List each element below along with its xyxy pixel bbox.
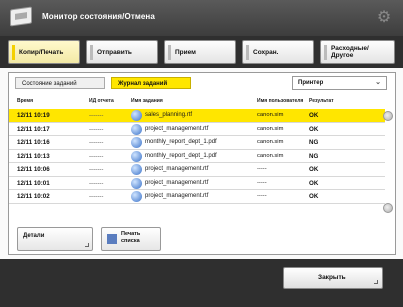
col-user: Имя пользователя	[257, 98, 304, 104]
row-name: project_management.rtf	[145, 125, 209, 132]
row-id: -------	[89, 139, 104, 146]
row-result: OK	[309, 166, 319, 173]
table-row[interactable]: 12/11 10:01 ------- project_management.r…	[9, 177, 385, 190]
document-icon	[131, 123, 142, 135]
table-row[interactable]: 12/11 10:13 ------- monthly_report_dept_…	[9, 150, 385, 163]
row-name: project_management.rtf	[145, 166, 209, 172]
row-id: -------	[89, 125, 104, 133]
row-result: OK	[309, 112, 319, 119]
document-icon	[131, 191, 142, 202]
table-row[interactable]: 12/11 10:02 ------- project_management.r…	[9, 190, 385, 204]
job-log-table: 12/11 10:19 ------- sales_planning.rtf c…	[9, 109, 385, 204]
print-list-label: Печать списка	[121, 231, 141, 244]
tab-copy-print[interactable]: Копир/Печать	[8, 40, 80, 64]
tab-store[interactable]: Сохран.	[242, 40, 314, 64]
document-icon	[131, 177, 142, 189]
tab-receive[interactable]: Прием	[164, 40, 236, 64]
row-result: OK	[309, 193, 319, 200]
title-bar: Монитор состояния/Отмена ⚙	[0, 0, 403, 36]
row-name: sales_planning.rtf	[145, 112, 193, 118]
table-header: Время ИД отчета Имя задания Имя пользова…	[9, 95, 395, 107]
row-time: 12/11 10:01	[17, 179, 50, 187]
row-id: -------	[89, 179, 104, 187]
row-time: 12/11 10:17	[17, 125, 50, 133]
details-button[interactable]: Детали	[17, 227, 93, 251]
tab-consumables-other[interactable]: Расходные/ Другое	[320, 40, 395, 64]
row-user: canon.sim	[257, 112, 284, 118]
row-result: NG	[309, 152, 319, 160]
row-user: canon.sim	[257, 125, 284, 132]
row-user: -----	[257, 166, 267, 172]
document-icon	[131, 164, 142, 175]
print-list-icon	[107, 234, 117, 244]
job-log-panel: Состояние заданий Журнал заданий Принтер…	[8, 72, 396, 255]
row-name: monthly_report_dept_1.pdf	[145, 139, 217, 145]
document-icon	[131, 150, 142, 162]
status-monitor-icon	[10, 6, 32, 27]
bottom-bar: Закрыть	[0, 259, 403, 307]
table-row[interactable]: 12/11 10:06 ------- project_management.r…	[9, 163, 385, 177]
table-row[interactable]: 12/11 10:17 ------- project_management.r…	[9, 123, 385, 136]
gear-icon[interactable]: ⚙	[375, 9, 393, 27]
document-icon	[131, 137, 142, 148]
row-time: 12/11 10:19	[17, 112, 50, 119]
table-row[interactable]: 12/11 10:16 ------- monthly_report_dept_…	[9, 136, 385, 150]
row-user: canon.sim	[257, 139, 284, 145]
row-id: -------	[89, 152, 104, 160]
col-result: Результат	[309, 98, 334, 104]
row-user: canon.sim	[257, 152, 284, 159]
scroll-down-button[interactable]	[383, 203, 393, 213]
row-time: 12/11 10:02	[17, 193, 50, 200]
tab-label: Отправить	[97, 49, 132, 56]
window-title: Монитор состояния/Отмена	[42, 12, 155, 21]
row-id: -------	[89, 166, 104, 173]
tab-label: Расходные/ Другое	[331, 45, 369, 59]
row-result: OK	[309, 125, 319, 133]
row-result: NG	[309, 139, 319, 146]
status-monitor-screen: Монитор состояния/Отмена ⚙ Копир/Печать …	[0, 0, 403, 307]
dropdown-value: Принтер	[298, 80, 324, 86]
tab-send[interactable]: Отправить	[86, 40, 158, 64]
tab-label: Копир/Печать	[19, 49, 64, 56]
row-id: -------	[89, 112, 104, 119]
col-time: Время	[17, 98, 33, 104]
row-time: 12/11 10:06	[17, 166, 50, 173]
close-button[interactable]: Закрыть	[283, 267, 383, 289]
row-user: -----	[257, 179, 267, 186]
chevron-down-icon: ⌄	[375, 79, 381, 86]
subtab-job-log[interactable]: Журнал заданий	[111, 77, 191, 89]
scroll-up-button[interactable]	[383, 111, 393, 121]
tab-label: Сохран.	[253, 49, 279, 56]
document-icon	[131, 110, 142, 121]
row-name: project_management.rtf	[145, 193, 209, 199]
table-row[interactable]: 12/11 10:19 ------- sales_planning.rtf c…	[9, 109, 385, 123]
row-id: -------	[89, 193, 104, 200]
category-tabs: Копир/Печать Отправить Прием Сохран. Рас…	[0, 36, 403, 68]
details-label: Детали	[23, 233, 45, 239]
row-name: project_management.rtf	[145, 179, 209, 186]
printer-filter-dropdown[interactable]: Принтер ⌄	[292, 76, 387, 90]
col-id: ИД отчета	[89, 98, 114, 104]
print-list-button[interactable]: Печать списка	[101, 227, 161, 251]
row-name: monthly_report_dept_1.pdf	[145, 152, 217, 159]
close-label: Закрыть	[318, 274, 346, 281]
row-user: -----	[257, 193, 267, 199]
col-name: Имя задания	[131, 98, 163, 104]
table-scrollbar[interactable]	[383, 109, 393, 219]
row-time: 12/11 10:13	[17, 152, 50, 160]
subtab-job-status[interactable]: Состояние заданий	[15, 77, 105, 89]
row-time: 12/11 10:16	[17, 139, 50, 146]
tab-label: Прием	[175, 49, 196, 56]
row-result: OK	[309, 179, 319, 187]
